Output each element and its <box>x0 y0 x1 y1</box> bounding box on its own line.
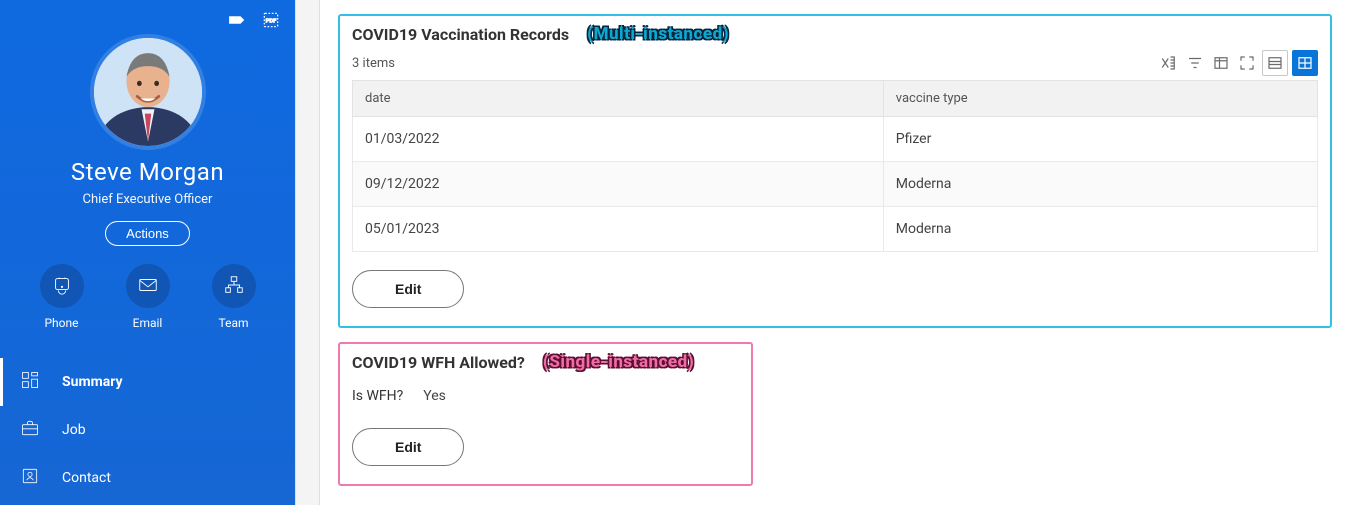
employee-name: Steve Morgan <box>0 158 295 186</box>
sidebar-top-icons: PDF <box>0 0 295 30</box>
items-count: 3 items <box>352 56 395 71</box>
cell-date: 05/01/2023 <box>353 207 884 252</box>
cell-date: 01/03/2022 <box>353 117 884 162</box>
columns-icon[interactable] <box>1210 52 1232 74</box>
contact-team[interactable]: Team <box>212 264 256 330</box>
wfh-title: COVID19 WFH Allowed? <box>352 353 525 372</box>
contact-team-label: Team <box>219 316 249 330</box>
edit-vaccination-button[interactable]: Edit <box>352 270 464 308</box>
edit-wfh-button[interactable]: Edit <box>352 428 464 466</box>
list-view-icon[interactable] <box>1262 50 1288 76</box>
actions-button[interactable]: Actions <box>105 221 190 246</box>
tag-icon[interactable] <box>227 10 247 30</box>
filter-icon[interactable] <box>1184 52 1206 74</box>
wfh-panel: COVID19 WFH Allowed? (Single-instanced) … <box>338 342 753 486</box>
contact-phone[interactable]: Phone <box>40 264 84 330</box>
fullscreen-icon[interactable] <box>1236 52 1258 74</box>
cell-type: Moderna <box>883 162 1317 207</box>
phone-icon <box>51 274 73 299</box>
cell-type: Pfizer <box>883 117 1317 162</box>
sidebar-gutter <box>295 0 320 505</box>
email-icon <box>137 274 159 299</box>
contact-email-label: Email <box>133 316 163 330</box>
table-row[interactable]: 05/01/2023 Moderna <box>353 207 1318 252</box>
multi-instanced-annotation: (Multi-instanced) <box>587 24 729 44</box>
employee-title: Chief Executive Officer <box>0 192 295 207</box>
sidebar-item-summary[interactable]: Summary <box>0 358 295 406</box>
table-row[interactable]: 09/12/2022 Moderna <box>353 162 1318 207</box>
sidebar-item-label: Contact <box>62 470 111 486</box>
sidebar-item-label: Job <box>62 422 86 438</box>
sidebar-item-contact[interactable]: Contact <box>0 454 295 502</box>
main-content: COVID19 Vaccination Records (Multi-insta… <box>320 0 1350 505</box>
wfh-field-label: Is WFH? <box>352 388 403 404</box>
sidebar: PDF Steve Morgan Chief Executive Officer… <box>0 0 295 505</box>
table-row[interactable]: 01/03/2022 Pfizer <box>353 117 1318 162</box>
export-excel-icon[interactable] <box>1158 52 1180 74</box>
contact-phone-label: Phone <box>44 316 78 330</box>
sidebar-item-label: Summary <box>62 374 123 390</box>
sidebar-item-job[interactable]: Job <box>0 406 295 454</box>
svg-text:PDF: PDF <box>266 19 278 25</box>
col-vaccine-type[interactable]: vaccine type <box>883 81 1317 117</box>
team-icon <box>223 274 245 299</box>
single-instanced-annotation: (Single-instanced) <box>543 352 694 372</box>
avatar[interactable] <box>94 38 202 146</box>
grid-view-icon[interactable] <box>1292 50 1318 76</box>
wfh-field-value: Yes <box>423 388 446 404</box>
cell-type: Moderna <box>883 207 1317 252</box>
vaccination-table: date vaccine type 01/03/2022 Pfizer 09/1… <box>352 80 1318 252</box>
sidebar-nav: Summary Job Contact <box>0 358 295 502</box>
contact-row: Phone Email Team <box>0 264 295 330</box>
vaccination-panel: COVID19 Vaccination Records (Multi-insta… <box>338 14 1332 328</box>
contact-card-icon <box>20 466 40 490</box>
table-toolbar <box>1158 50 1318 76</box>
vaccination-title: COVID19 Vaccination Records <box>352 25 569 44</box>
export-pdf-icon[interactable]: PDF <box>261 10 281 30</box>
summary-icon <box>20 370 40 394</box>
briefcase-icon <box>20 418 40 442</box>
contact-email[interactable]: Email <box>126 264 170 330</box>
cell-date: 09/12/2022 <box>353 162 884 207</box>
col-date[interactable]: date <box>353 81 884 117</box>
